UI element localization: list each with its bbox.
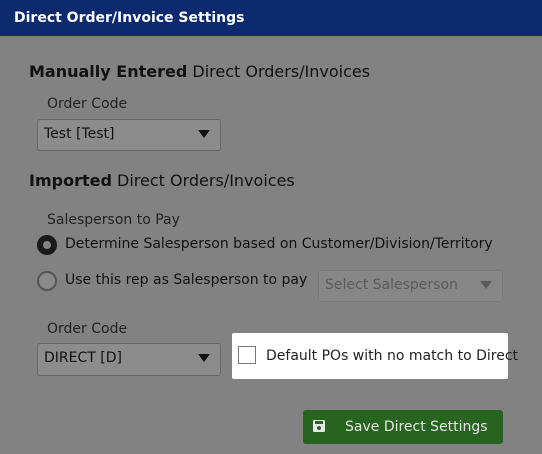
manual-section-heading: Manually Entered Direct Orders/Invoices	[29, 62, 370, 81]
default-po-checkbox[interactable]	[238, 346, 256, 364]
manual-order-code-value: Test [Test]	[44, 126, 115, 142]
salesperson-select[interactable]: Select Salesperson	[318, 270, 503, 302]
chevron-down-icon	[480, 281, 492, 289]
save-button-label: Save Direct Settings	[345, 419, 488, 435]
manual-heading-bold: Manually Entered	[29, 62, 188, 81]
imported-order-code-value: DIRECT [D]	[44, 350, 122, 366]
save-direct-settings-button[interactable]: Save Direct Settings	[303, 410, 503, 444]
radio-determine-salesperson[interactable]	[37, 235, 57, 255]
imported-heading-rest: Direct Orders/Invoices	[111, 171, 295, 190]
default-po-highlight: Default POs with no match to Direct	[232, 333, 518, 379]
salesperson-to-pay-label: Salesperson to Pay	[47, 212, 180, 228]
radio-use-this-rep-label[interactable]: Use this rep as Salesperson to pay	[65, 272, 307, 288]
chevron-down-icon	[198, 130, 210, 138]
save-icon	[313, 420, 325, 432]
imported-heading-bold: Imported	[29, 171, 112, 190]
salesperson-select-placeholder: Select Salesperson	[325, 277, 458, 293]
radio-determine-salesperson-label[interactable]: Determine Salesperson based on Customer/…	[65, 236, 493, 252]
default-po-label[interactable]: Default POs with no match to Direct	[266, 348, 518, 364]
imported-order-code-select[interactable]: DIRECT [D]	[37, 343, 221, 376]
radio-use-this-rep[interactable]	[37, 271, 57, 291]
dialog-title-bar: Direct Order/Invoice Settings	[0, 0, 542, 36]
chevron-down-icon	[198, 354, 210, 362]
manual-heading-rest: Direct Orders/Invoices	[187, 62, 371, 81]
imported-order-code-label: Order Code	[47, 321, 128, 337]
manual-order-code-select[interactable]: Test [Test]	[37, 119, 221, 151]
manual-order-code-label: Order Code	[47, 96, 128, 112]
imported-section-heading: Imported Direct Orders/Invoices	[29, 171, 295, 190]
dialog-title: Direct Order/Invoice Settings	[14, 10, 245, 26]
